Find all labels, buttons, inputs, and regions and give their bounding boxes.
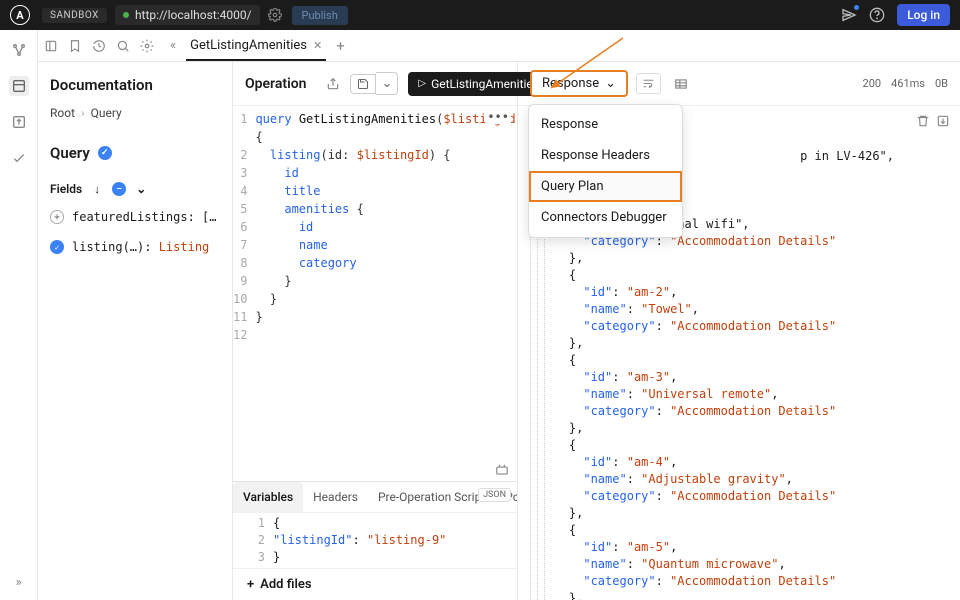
variables-editor[interactable]: 123 { "listingId": "listing-9"}: [233, 513, 517, 568]
response-time: 461ms: [891, 77, 925, 90]
notification-icon[interactable]: [841, 7, 857, 23]
close-icon[interactable]: ✕: [313, 39, 322, 52]
history-icon[interactable]: [92, 39, 106, 53]
topbar: A SANDBOX http://localhost:4000/ Publish…: [0, 0, 960, 30]
help-icon[interactable]: [869, 7, 885, 23]
chevron-down-icon[interactable]: ⌄: [134, 182, 148, 196]
dd-item-response-headers[interactable]: Response Headers: [529, 140, 682, 171]
schema-icon[interactable]: [9, 40, 29, 60]
query-heading-label: Query: [50, 144, 90, 162]
tab-variables[interactable]: Variables: [233, 482, 303, 512]
breadcrumb-root[interactable]: Root: [50, 106, 75, 120]
fields-row: Fields ↓ − ⌄: [50, 182, 220, 196]
field-label: listing(…): Listing: [72, 240, 209, 254]
breadcrumb: Root › Query: [50, 106, 220, 120]
fields-label: Fields: [50, 182, 82, 196]
arrow-down-icon[interactable]: ↓: [90, 182, 104, 196]
dd-item-connectors-debugger[interactable]: Connectors Debugger: [529, 202, 682, 233]
minus-circle-icon[interactable]: −: [112, 182, 126, 196]
response-dropdown[interactable]: Response ⌄: [530, 70, 628, 97]
response-size: 0B: [935, 77, 948, 90]
json-badge: JSON: [478, 488, 511, 502]
format-icon[interactable]: [495, 463, 509, 477]
chevron-down-icon: ⌄: [605, 76, 616, 91]
response-panel: Response ⌄ 200 461ms 0B Response Respons…: [518, 62, 960, 600]
query-heading: Query ✓: [50, 144, 220, 162]
upload-icon[interactable]: [9, 112, 29, 132]
publish-button[interactable]: Publish: [292, 6, 348, 25]
operation-panel: Operation ⌄ GetListingAmenities 1 234567…: [233, 62, 518, 600]
operation-title: Operation: [245, 76, 306, 92]
save-button-group[interactable]: ⌄: [350, 72, 398, 95]
gear-icon[interactable]: [268, 8, 282, 22]
breadcrumb-query[interactable]: Query: [91, 106, 122, 120]
add-files-label: Add files: [260, 577, 311, 592]
tab-label: GetListingAmenities: [190, 38, 307, 53]
vars-content[interactable]: { "listingId": "listing-9"}: [273, 515, 446, 566]
panel-icon[interactable]: [44, 39, 58, 53]
collapse-panel-icon[interactable]: «: [170, 38, 176, 53]
tab-headers[interactable]: Headers: [303, 482, 368, 512]
add-tab-icon[interactable]: +: [336, 37, 345, 55]
bookmark-icon[interactable]: [68, 39, 82, 53]
login-button[interactable]: Log in: [897, 4, 950, 26]
dd-item-query-plan[interactable]: Query Plan: [529, 171, 682, 202]
plus-icon: +: [247, 577, 254, 592]
add-files-button[interactable]: + Add files: [233, 568, 517, 600]
variables-panel: Variables Headers Pre-Operation Script P…: [233, 481, 517, 600]
response-meta: 200 461ms 0B: [863, 77, 948, 90]
tab-preop[interactable]: Pre-Operation Script: [368, 482, 495, 512]
gutter: 1 23456789101112: [233, 110, 255, 481]
table-icon[interactable]: [669, 74, 693, 94]
response-dropdown-label: Response: [542, 76, 599, 91]
share-icon[interactable]: [326, 77, 340, 91]
save-icon[interactable]: [350, 74, 376, 94]
wrap-icon[interactable]: [636, 73, 661, 94]
check-circle-icon[interactable]: ✓: [50, 240, 64, 254]
search-icon[interactable]: [116, 39, 130, 53]
tabbar: « GetListingAmenities ✕ +: [38, 30, 960, 62]
status-dot-icon: [123, 12, 129, 18]
chevron-right-icon: ›: [81, 106, 85, 120]
status-code: 200: [863, 77, 882, 90]
notification-dot: [854, 5, 859, 10]
vars-gutter: 123: [233, 515, 273, 566]
field-label: featuredListings: […: [72, 210, 217, 224]
sandbox-badge: SANDBOX: [42, 8, 107, 23]
checks-icon[interactable]: [9, 148, 29, 168]
url-text: http://localhost:4000/: [135, 8, 252, 22]
plus-circle-icon[interactable]: +: [50, 210, 64, 224]
code-editor[interactable]: 1 23456789101112 query GetListingAmeniti…: [233, 106, 517, 481]
doc-title: Documentation: [50, 76, 220, 94]
settings-icon[interactable]: [140, 39, 154, 53]
chevron-down-icon[interactable]: ⌄: [376, 72, 398, 95]
overflow-icon[interactable]: •••: [485, 110, 511, 124]
code-content[interactable]: query GetListingAmenities($listingId: ID…: [255, 110, 517, 481]
documentation-panel: Documentation Root › Query Query ✓ Field…: [38, 62, 233, 600]
field-featured-listings[interactable]: + featuredListings: […: [50, 208, 220, 226]
check-badge-icon: ✓: [98, 146, 112, 160]
expand-icon[interactable]: »: [15, 575, 21, 590]
explorer-icon[interactable]: [9, 76, 29, 96]
logo[interactable]: A: [10, 5, 30, 25]
url-input[interactable]: http://localhost:4000/: [115, 5, 260, 25]
tab-active[interactable]: GetListingAmenities ✕: [186, 32, 326, 61]
left-iconbar: »: [0, 30, 38, 600]
field-listing[interactable]: ✓ listing(…): Listing: [50, 238, 220, 256]
dd-item-response[interactable]: Response: [529, 109, 682, 140]
response-dropdown-menu: Response Response Headers Query Plan Con…: [528, 104, 683, 238]
